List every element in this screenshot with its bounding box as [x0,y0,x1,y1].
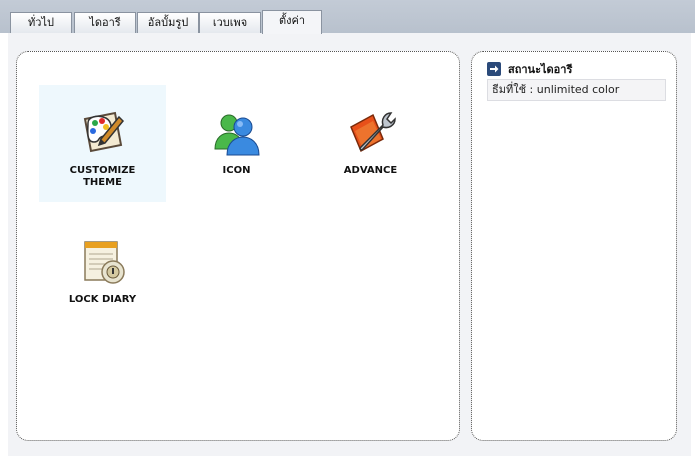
wrench-icon [349,112,396,153]
customize-theme-button[interactable]: CUSTOMIZE THEME [39,85,166,202]
tab-general[interactable]: ทั่วไป [10,12,72,34]
advance-label: ADVANCE [343,165,398,176]
icon-button[interactable]: ICON [173,85,300,202]
theme-status-row: ธีมที่ใช้ : unlimited color [487,79,666,101]
icon-label: ICON [222,165,251,176]
palette-icon [83,111,124,153]
diary-status-panel [471,51,677,441]
tab-bar: ทั่วไป ไดอารี อัลบั้มรูป เวบเพจ ตั้งค่า [0,0,695,34]
diary-status-title: สถานะไดอารี [508,63,573,76]
tab-diary[interactable]: ไดอารี [74,12,136,34]
tab-webpage[interactable]: เวบเพจ [199,12,261,34]
advance-button[interactable]: ADVANCE [307,85,434,202]
lock-diary-button[interactable]: LOCK DIARY [39,214,166,331]
tab-settings[interactable]: ตั้งค่า [262,10,322,34]
customize-theme-label: CUSTOMIZE THEME [69,165,136,188]
lock-diary-icon [83,241,125,284]
diary-status-heading: สถานะไดอารี [487,61,572,77]
settings-panel: CUSTOMIZE THEME ICON ADVANCE LOCK DIARY [16,51,460,441]
users-icon [213,114,260,156]
tab-album[interactable]: อัลบั้มรูป [137,12,199,34]
arrow-right-icon [487,62,501,76]
lock-diary-label: LOCK DIARY [68,294,137,305]
